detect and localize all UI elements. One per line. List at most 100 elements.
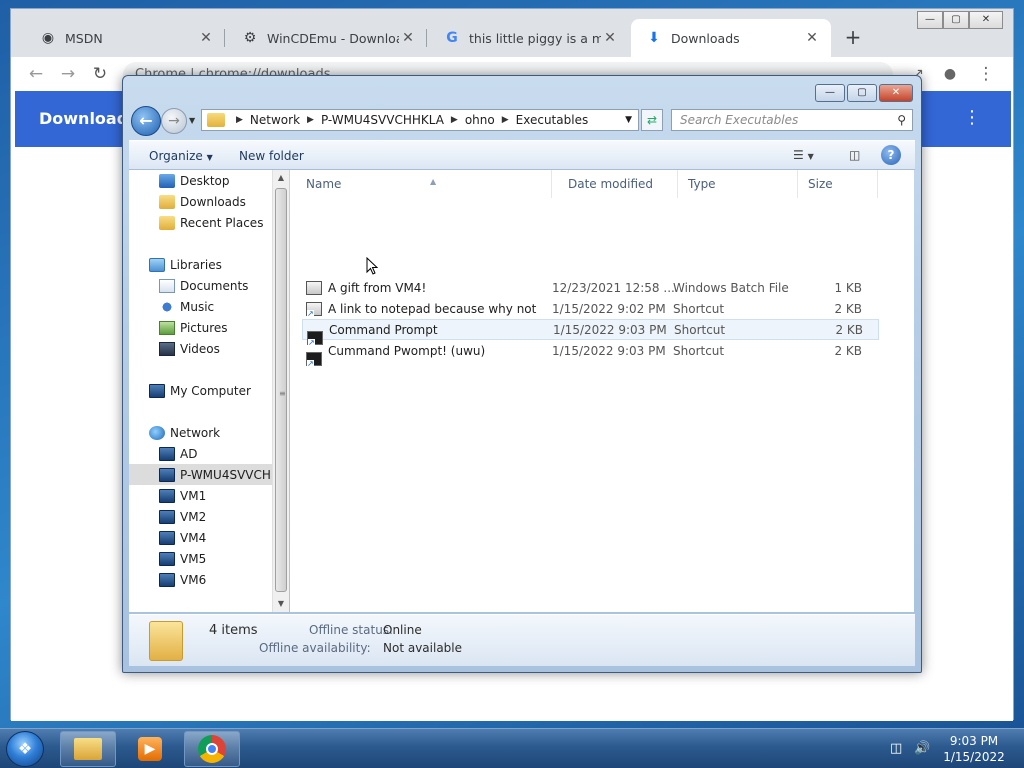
clock-date[interactable]: 1/15/2022 [942,750,1006,764]
media-player-icon[interactable]: ▶ [122,731,178,767]
refresh-icon[interactable]: ⇄ [641,109,663,131]
globe-icon: ◉ [41,30,55,46]
nav-item-vm4[interactable]: VM4 [129,527,272,548]
maximize-button[interactable]: ▢ [943,11,969,29]
search-input[interactable]: Search Executables ⚲ [671,109,913,131]
menu-icon[interactable]: ⋮ [975,63,997,85]
offline-status-label: Offline status: [309,623,394,637]
tab-downloads[interactable]: ⬇ Downloads ✕ [631,19,831,57]
nav-item-desktop[interactable]: Desktop [129,170,272,191]
offline-availability-value: Not available [383,641,463,655]
scroll-down-icon[interactable]: ▼ [273,596,289,612]
music-icon [159,299,175,314]
column-header-size[interactable]: Size [798,170,878,198]
recent-places-icon [159,215,175,230]
new-folder-button[interactable]: New folder [239,149,304,163]
chrome-tab-strip: ◉ MSDN ✕ ⚙ WinCDEmu - Download ✕ G this … [11,9,1013,57]
column-header-name[interactable]: Name ▲ [296,170,552,198]
nav-item-music[interactable]: Music [129,296,272,317]
tab-msdn[interactable]: ◉ MSDN ✕ [25,19,225,57]
tab-google-search[interactable]: G this little piggy is a mothe ✕ [429,19,629,57]
breadcrumb-current[interactable]: Executables [516,113,589,127]
chevron-right-icon[interactable]: ▶ [451,115,458,125]
search-icon[interactable]: ⚲ [897,110,906,130]
scroll-up-icon[interactable]: ▲ [273,170,289,186]
close-icon[interactable]: ✕ [601,30,619,46]
close-button[interactable]: ✕ [879,84,913,102]
file-row[interactable]: A link to notepad because why not 1/15/2… [302,298,879,319]
explorer-taskbar-icon[interactable] [60,731,116,767]
more-icon[interactable]: ⋮ [963,107,981,128]
new-tab-button[interactable]: + [841,25,865,49]
reload-icon[interactable]: ↻ [89,63,111,85]
file-row[interactable]: Command Prompt 1/15/2022 9:03 PM Shortcu… [302,319,879,347]
nav-item-ad[interactable]: AD [129,443,272,464]
computer-icon [159,572,175,587]
batch-file-icon [306,280,322,295]
network-tray-icon[interactable]: ◫ [890,741,902,756]
nav-item-my-computer[interactable]: My Computer [129,380,272,401]
view-options-icon[interactable]: ☰ ▼ [793,148,814,162]
nav-item-videos[interactable]: Videos [129,338,272,359]
nav-item-downloads[interactable]: Downloads [129,191,272,212]
breadcrumb-share[interactable]: ohno [465,113,495,127]
start-button[interactable]: ❖ [6,731,44,767]
videos-icon [159,341,175,356]
organize-button[interactable]: Organize ▼ [149,149,213,163]
close-icon[interactable]: ✕ [197,30,215,46]
minimize-button[interactable]: — [815,84,845,102]
computer-icon [159,509,175,524]
close-button[interactable]: ✕ [969,11,1003,29]
help-icon[interactable]: ? [881,145,901,165]
google-icon: G [446,30,458,46]
file-row[interactable]: Cummand Pwompt! (uwu) 1/15/2022 9:03 PM … [302,340,879,368]
back-arrow-icon[interactable]: ← [131,106,161,136]
chevron-right-icon[interactable]: ▶ [307,115,314,125]
command-prompt-icon [306,351,322,368]
maximize-button[interactable]: ▢ [847,84,877,102]
computer-icon [159,488,175,503]
nav-item-pictures[interactable]: Pictures [129,317,272,338]
chevron-right-icon[interactable]: ▶ [236,115,243,125]
forward-arrow-icon[interactable]: → [161,108,187,134]
file-row[interactable]: A gift from VM4! 12/23/2021 12:58 ... Wi… [302,277,879,298]
nav-item-vm5[interactable]: VM5 [129,548,272,569]
desktop-icon [159,173,175,188]
address-bar[interactable]: ▶ Network ▶ P-WMU4SVVCHHKLA ▶ ohno ▶ Exe… [201,109,639,131]
close-icon[interactable]: ✕ [399,30,417,46]
computer-icon [159,530,175,545]
chevron-down-icon[interactable]: ▼ [625,115,632,125]
profile-icon[interactable]: ● [939,63,961,85]
tab-wincdemu[interactable]: ⚙ WinCDEmu - Download ✕ [227,19,427,57]
clock-time[interactable]: 9:03 PM [942,734,1006,748]
volume-icon[interactable]: 🔊 [914,741,930,756]
chevron-right-icon[interactable]: ▶ [502,115,509,125]
navigation-pane: Desktop Downloads Recent Places Librarie… [129,170,272,612]
breadcrumb-host[interactable]: P-WMU4SVVCHHKLA [321,113,444,127]
download-icon: ⬇ [648,30,660,46]
nav-scrollbar[interactable]: ▲ ≡ ▼ [272,170,289,612]
close-icon[interactable]: ✕ [803,30,821,46]
column-header-date[interactable]: Date modified [558,170,678,198]
scroll-thumb[interactable]: ≡ [275,188,287,592]
minimize-button[interactable]: — [917,11,943,29]
chrome-taskbar-icon[interactable] [184,731,240,767]
preview-pane-icon[interactable]: ◫ [849,148,860,162]
nav-item-recent-places[interactable]: Recent Places [129,212,272,233]
back-arrow-icon[interactable]: ← [25,63,47,85]
nav-item-vm6[interactable]: VM6 [129,569,272,590]
chevron-down-icon[interactable]: ▼ [189,116,195,125]
folder-icon [207,113,225,127]
breadcrumb-network[interactable]: Network [250,113,300,127]
nav-item-libraries[interactable]: Libraries [129,254,272,275]
libraries-icon [149,257,165,272]
nav-item-p-wmu4svvchhkla[interactable]: P-WMU4SVVCHHKLA [129,464,272,485]
nav-item-vm1[interactable]: VM1 [129,485,272,506]
pictures-icon [159,320,175,335]
computer-icon [149,383,165,398]
nav-item-vm2[interactable]: VM2 [129,506,272,527]
nav-item-documents[interactable]: Documents [129,275,272,296]
column-header-type[interactable]: Type [678,170,798,198]
forward-arrow-icon[interactable]: → [57,63,79,85]
nav-item-network[interactable]: Network [129,422,272,443]
